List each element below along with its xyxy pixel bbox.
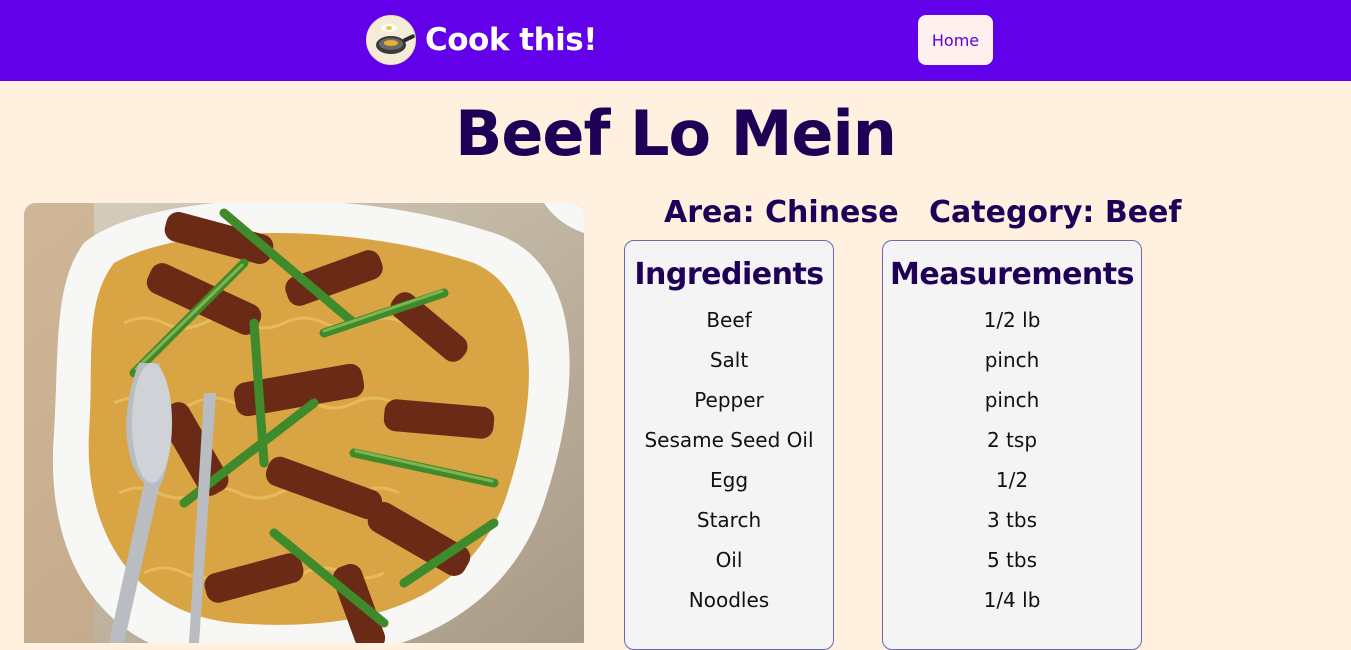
- measurement-item: pinch: [984, 348, 1040, 372]
- measurement-item: 1/4 lb: [983, 588, 1041, 612]
- ingredient-item: Beef: [706, 308, 752, 332]
- ingredients-panel: Ingredients Beef Salt Pepper Sesame Seed…: [624, 240, 834, 650]
- measurements-panel: Measurements 1/2 lb pinch pinch 2 tsp 1/…: [882, 240, 1142, 650]
- ingredient-item: Sesame Seed Oil: [644, 428, 814, 452]
- measurement-item: 1/2 lb: [983, 308, 1041, 332]
- measurements-heading: Measurements: [890, 257, 1134, 292]
- ingredient-item: Oil: [715, 548, 743, 572]
- measurement-item: 1/2: [995, 468, 1029, 492]
- recipe-photo: [24, 203, 584, 643]
- measurement-item: pinch: [984, 388, 1040, 412]
- measurements-list: 1/2 lb pinch pinch 2 tsp 1/2 3 tbs 5 tbs…: [883, 300, 1141, 620]
- ingredient-item: Egg: [709, 468, 749, 492]
- recipe-area: Area: Chinese: [664, 195, 899, 230]
- recipe-title: Beef Lo Mein: [455, 97, 897, 170]
- brand-title: Cook this!: [425, 22, 597, 58]
- ingredient-item: Salt: [709, 348, 749, 372]
- home-button[interactable]: Home: [918, 15, 993, 65]
- top-navbar: Cook this! Home: [0, 0, 1351, 81]
- ingredient-item: Noodles: [688, 588, 770, 612]
- measurement-item: 5 tbs: [986, 548, 1038, 572]
- ingredient-item: Starch: [696, 508, 762, 532]
- brand[interactable]: Cook this!: [366, 15, 597, 65]
- ingredients-heading: Ingredients: [634, 257, 824, 292]
- measurement-item: 3 tbs: [986, 508, 1038, 532]
- ingredients-list: Beef Salt Pepper Sesame Seed Oil Egg Sta…: [625, 300, 833, 620]
- ingredient-item: Pepper: [694, 388, 764, 412]
- frying-pan-icon: [366, 15, 416, 65]
- recipe-category: Category: Beef: [929, 195, 1182, 230]
- measurement-item: 2 tsp: [986, 428, 1038, 452]
